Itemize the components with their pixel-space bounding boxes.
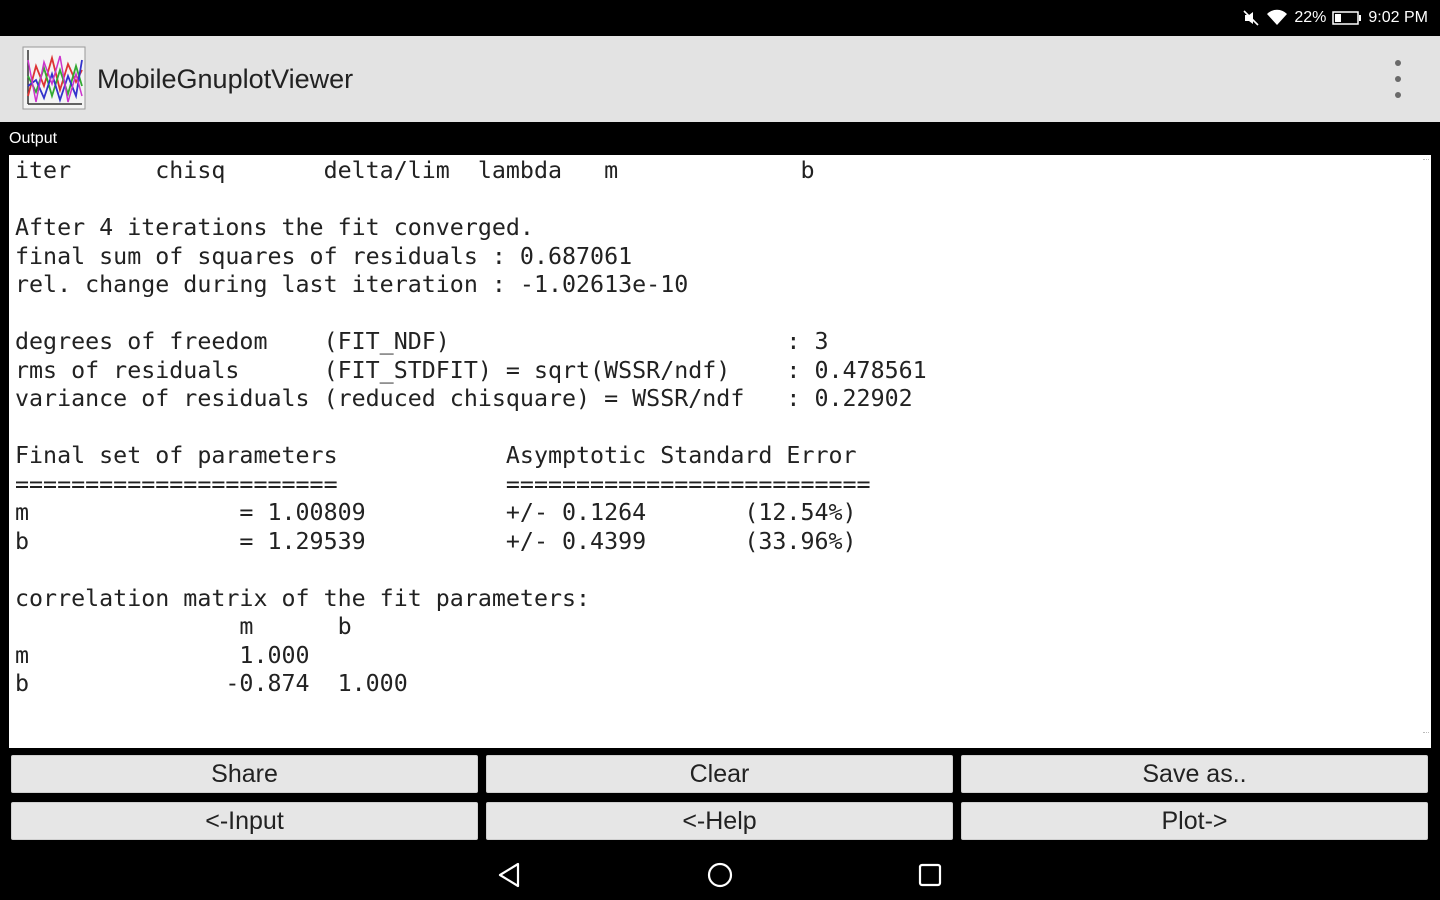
share-button[interactable]: Share: [11, 755, 478, 793]
status-bar: 22% 9:02 PM: [0, 0, 1440, 36]
status-icons: 22% 9:02 PM: [1242, 8, 1428, 28]
input-button[interactable]: <-Input: [11, 802, 478, 840]
clear-button[interactable]: Clear: [486, 755, 953, 793]
battery-icon: [1332, 10, 1362, 26]
home-icon[interactable]: [704, 860, 736, 890]
gnuplot-chart-icon: [22, 46, 86, 110]
recents-icon[interactable]: [914, 860, 946, 890]
scrollbar[interactable]: [1423, 159, 1429, 743]
app-title: MobileGnuplotViewer: [97, 64, 354, 94]
app-bar: MobileGnuplotViewer: [0, 36, 1440, 122]
save-as-button[interactable]: Save as..: [961, 755, 1428, 793]
output-text: iter chisq delta/lim lambda m b After 4 …: [15, 157, 927, 697]
plot-button[interactable]: Plot->: [961, 802, 1428, 840]
battery-percent: 22%: [1294, 9, 1327, 26]
output-text-area[interactable]: iter chisq delta/lim lambda m b After 4 …: [9, 155, 1431, 748]
output-label: Output: [9, 130, 58, 147]
clock-time: 9:02 PM: [1368, 9, 1428, 26]
navigation-bar: [0, 848, 1440, 900]
back-icon[interactable]: [494, 860, 526, 890]
help-button[interactable]: <-Help: [486, 802, 953, 840]
wifi-icon: [1266, 9, 1288, 27]
overflow-menu-icon[interactable]: [1386, 60, 1410, 98]
mute-icon: [1242, 9, 1260, 27]
